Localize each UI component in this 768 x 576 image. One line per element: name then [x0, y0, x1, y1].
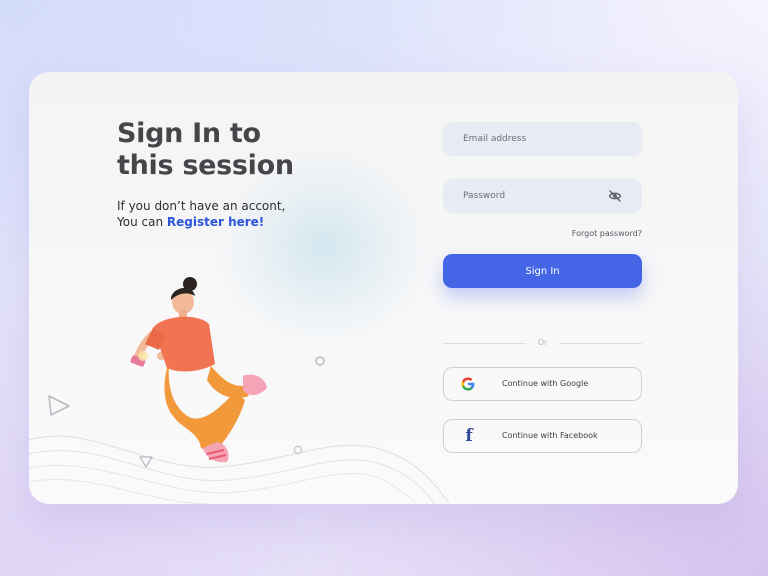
- login-card: Sign In to this session If you don’t hav…: [29, 72, 738, 504]
- facebook-button-label: Continue with Facebook: [502, 431, 598, 440]
- google-button-label: Continue with Google: [502, 379, 589, 388]
- password-field[interactable]: [443, 179, 642, 213]
- or-divider: Or: [443, 338, 642, 348]
- circle-outline-decoration: [315, 356, 325, 366]
- email-field[interactable]: [443, 122, 642, 156]
- sign-in-button[interactable]: Sign In: [443, 254, 642, 288]
- title-line-1: Sign In to: [117, 118, 261, 149]
- circle-outline-small-decoration: [293, 445, 303, 455]
- register-prompt: If you don’t have an accont, You can Reg…: [117, 198, 285, 230]
- email-input[interactable]: [443, 122, 642, 156]
- person-floating-illustration: [130, 277, 267, 463]
- register-prompt-line-1: If you don’t have an accont,: [117, 199, 286, 213]
- register-prompt-prefix: You can: [117, 215, 167, 229]
- eye-off-icon[interactable]: [608, 189, 622, 203]
- triangle-outline-large-decoration: [48, 395, 70, 416]
- title-line-2: this session: [117, 150, 294, 181]
- register-link[interactable]: Register here!: [167, 215, 264, 229]
- page-title: Sign In to this session: [117, 118, 294, 182]
- register-prompt-line-2: You can Register here!: [117, 214, 285, 230]
- continue-with-google-button[interactable]: Continue with Google: [443, 367, 642, 401]
- divider-line-right: [559, 343, 642, 344]
- forgot-password-link[interactable]: Forgot password?: [499, 229, 642, 238]
- continue-with-facebook-button[interactable]: f Continue with Facebook: [443, 419, 642, 453]
- google-icon: [461, 377, 475, 391]
- facebook-icon: f: [465, 426, 473, 446]
